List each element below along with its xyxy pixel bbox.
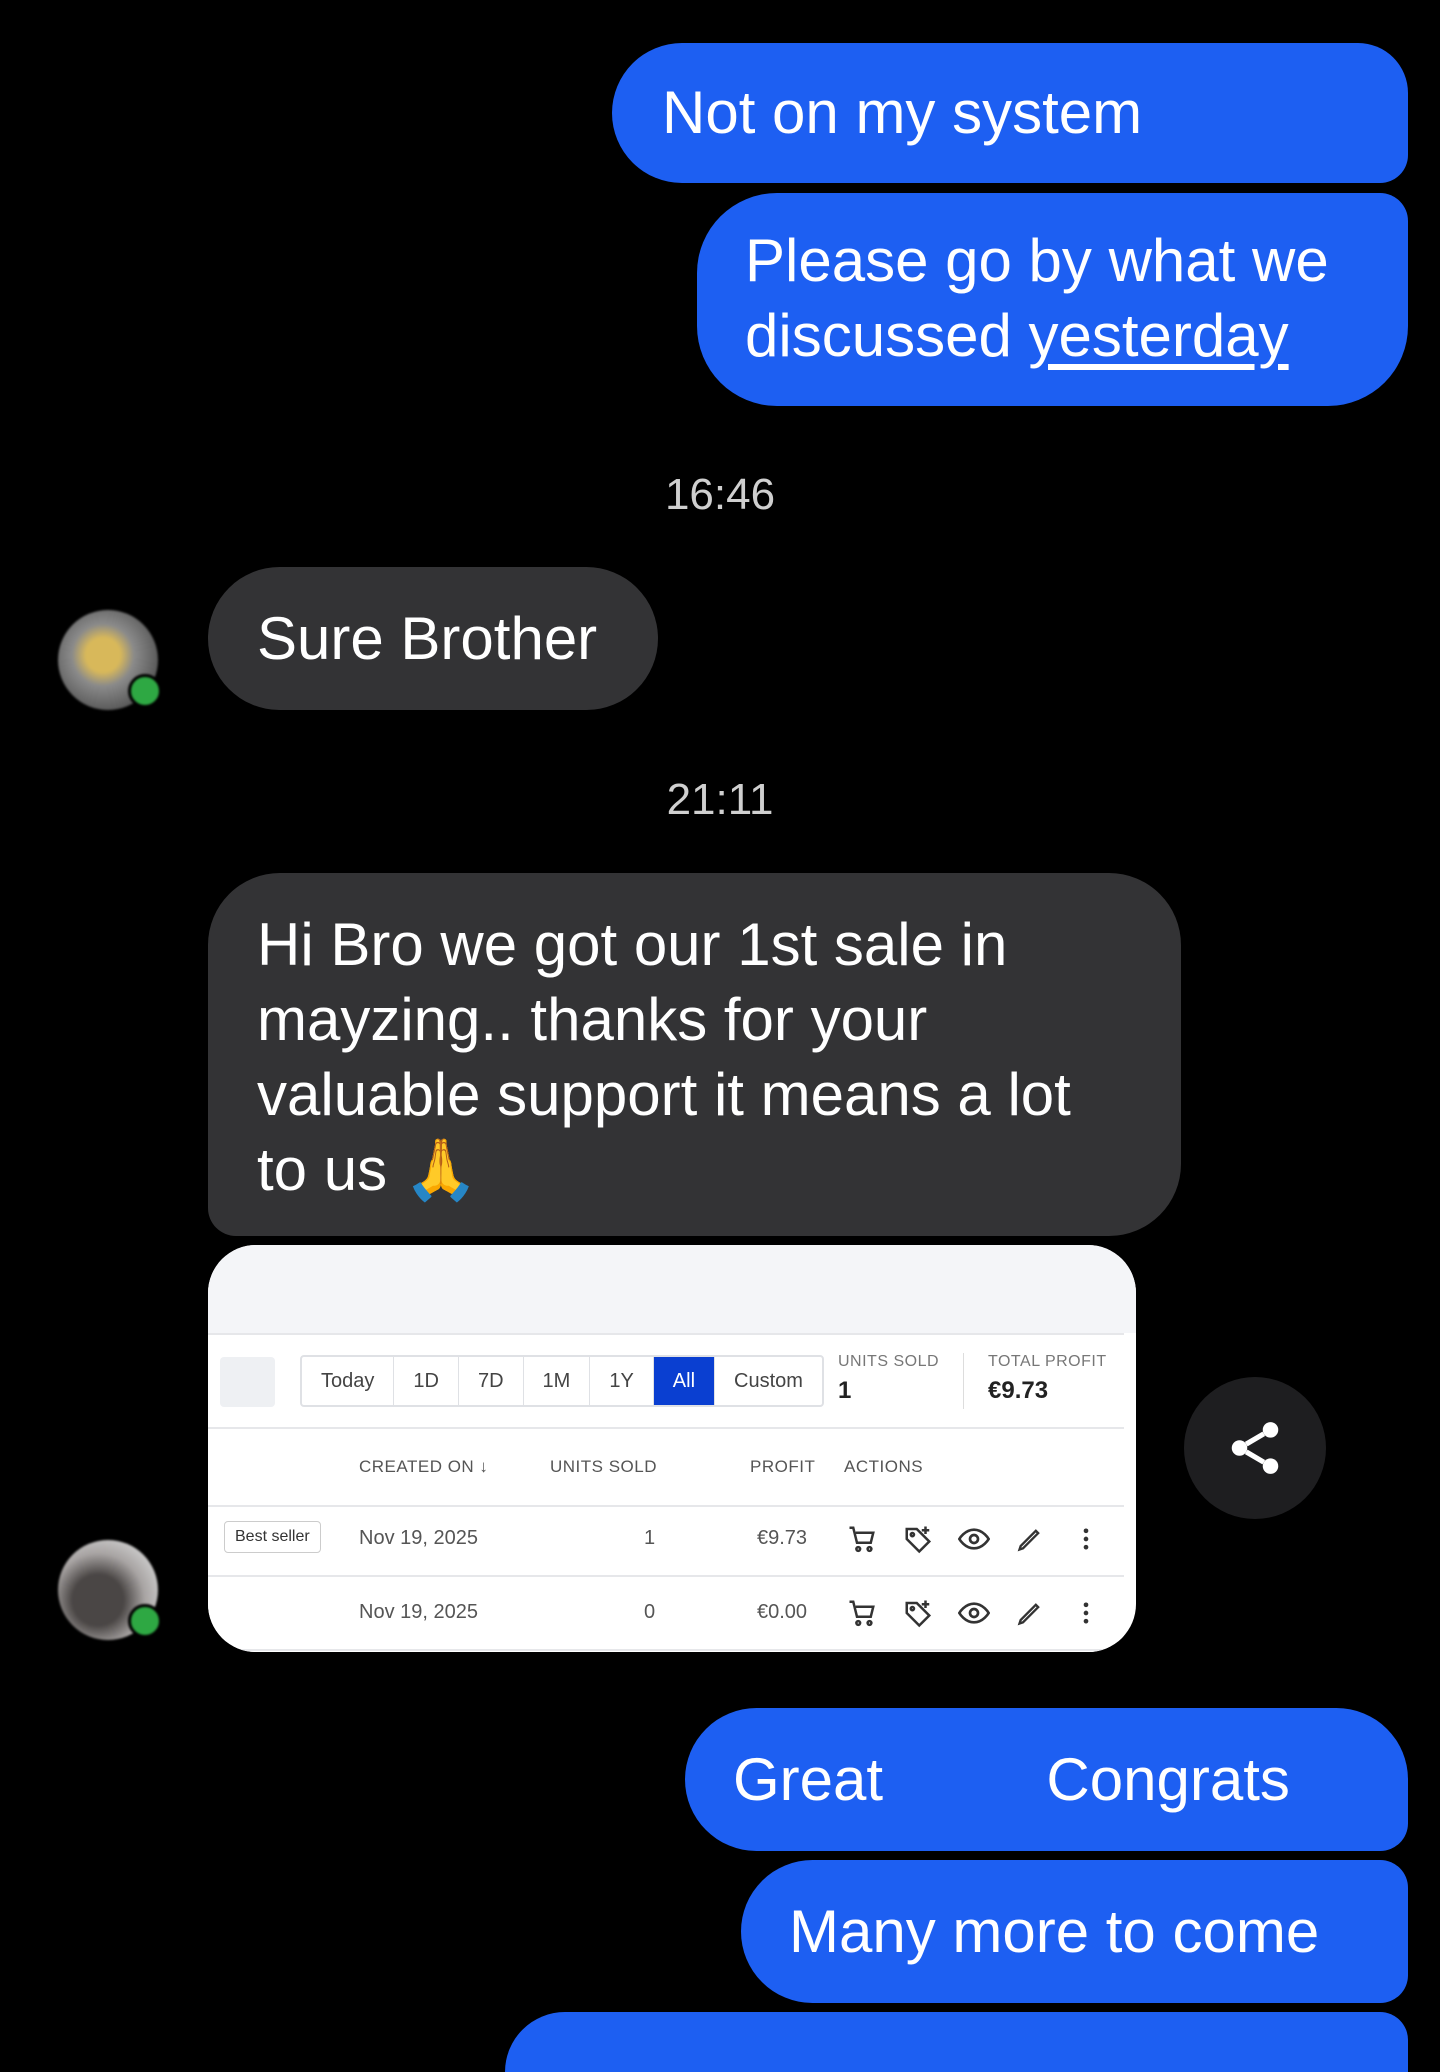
row-actions [844,1521,1104,1557]
tag-plus-icon[interactable] [900,1521,936,1557]
message-incoming-first-sale[interactable]: Hi Bro we got our 1st sale in mayzing.. … [208,873,1181,1236]
table-header: CREATED ON ↓ UNITS SOLD PROFIT ACTIONS [208,1427,1124,1507]
online-status-icon [128,1604,162,1638]
row-actions [844,1595,1104,1631]
search-box [220,1357,275,1407]
timestamp: 21:11 [666,775,774,824]
total-profit-stat: TOTAL PROFIT €9.73 [988,1353,1107,1405]
row-units-sold: 0 [644,1601,656,1623]
message-outgoing-many-more[interactable]: Many more to come [741,1860,1408,2003]
dashboard-top-strip [208,1245,1136,1333]
message-text: Sure Brother [257,605,598,672]
timestamp: 16:46 [664,470,776,519]
message-text-great: Great [733,1746,884,1813]
eye-icon[interactable] [956,1595,992,1631]
more-vertical-icon[interactable] [1068,1521,1104,1557]
message-text-congrats: Congrats [1046,1746,1290,1813]
tag-plus-icon[interactable] [900,1595,936,1631]
date-range-selector: Today 1D 7D 1M 1Y All Custom [300,1355,824,1407]
message-incoming-sure-brother[interactable]: Sure Brother [208,567,658,710]
message-text-line4: to us 🙏 [257,1136,479,1203]
message-text-line2: mayzing.. thanks for your [257,986,928,1053]
column-units-sold[interactable]: UNITS SOLD [550,1457,657,1477]
more-vertical-icon[interactable] [1068,1595,1104,1631]
message-text: Many more to come [789,1898,1320,1965]
best-seller-badge: Best seller [224,1521,321,1553]
date-link[interactable]: yesterday [1028,302,1288,369]
message-text-line1: Please go by what we [745,227,1329,294]
row-units-sold: 1 [644,1527,656,1549]
cart-icon[interactable] [844,1521,880,1557]
message-outgoing-great-congrats[interactable]: Great Congrats [685,1708,1408,1851]
message-text-pre: discussed [745,302,1029,369]
online-status-icon [128,674,162,708]
row-created-on: Nov 19, 2025 [359,1601,478,1623]
eye-icon[interactable] [956,1521,992,1557]
message-text: Not on my system [662,79,1143,146]
row-profit: €0.00 [757,1601,808,1623]
table-row[interactable]: Nov 19, 2025 0 €0.00 [208,1577,1124,1651]
shared-image-sales-dashboard[interactable]: Today 1D 7D 1M 1Y All Custom UNITS SOLD … [208,1245,1136,1652]
contact-avatar[interactable] [58,1540,162,1640]
message-text-line3: valuable support it means a lot [257,1061,1071,1128]
share-icon [1231,1422,1279,1474]
total-profit-label: TOTAL PROFIT [988,1353,1107,1370]
table-row[interactable]: Best seller Nov 19, 2025 1 €9.73 [208,1503,1124,1577]
share-button[interactable] [1184,1377,1326,1519]
range-1d[interactable]: 1D [394,1357,459,1405]
pencil-icon[interactable] [1012,1595,1048,1631]
message-outgoing-please-go-by[interactable]: Please go by what we discussed yesterday [697,193,1408,406]
units-sold-stat: UNITS SOLD 1 [838,1353,939,1405]
dashboard-panel: Today 1D 7D 1M 1Y All Custom UNITS SOLD … [208,1333,1124,1652]
pencil-icon[interactable] [1012,1521,1048,1557]
range-custom[interactable]: Custom [715,1357,822,1405]
contact-avatar[interactable] [58,610,162,710]
range-7d[interactable]: 7D [459,1357,524,1405]
column-profit[interactable]: PROFIT [750,1457,815,1477]
message-outgoing-partial[interactable] [505,2012,1408,2072]
range-1y[interactable]: 1Y [590,1357,654,1405]
column-created-on[interactable]: CREATED ON ↓ [359,1457,488,1477]
stat-divider [963,1353,964,1409]
row-profit: €9.73 [757,1527,808,1549]
message-outgoing-not-on-my-system[interactable]: Not on my system [612,43,1408,183]
column-actions: ACTIONS [844,1457,924,1476]
units-sold-value: 1 [838,1377,852,1404]
row-created-on: Nov 19, 2025 [359,1527,478,1549]
range-all[interactable]: All [653,1357,716,1405]
range-today[interactable]: Today [302,1357,395,1405]
message-text-line2: discussed yesterday [745,298,1408,373]
cart-icon[interactable] [844,1595,880,1631]
units-sold-label: UNITS SOLD [838,1353,940,1370]
message-text-line1: Hi Bro we got our 1st sale in [257,911,1008,978]
range-1m[interactable]: 1M [524,1357,591,1405]
total-profit-value: €9.73 [988,1377,1049,1404]
